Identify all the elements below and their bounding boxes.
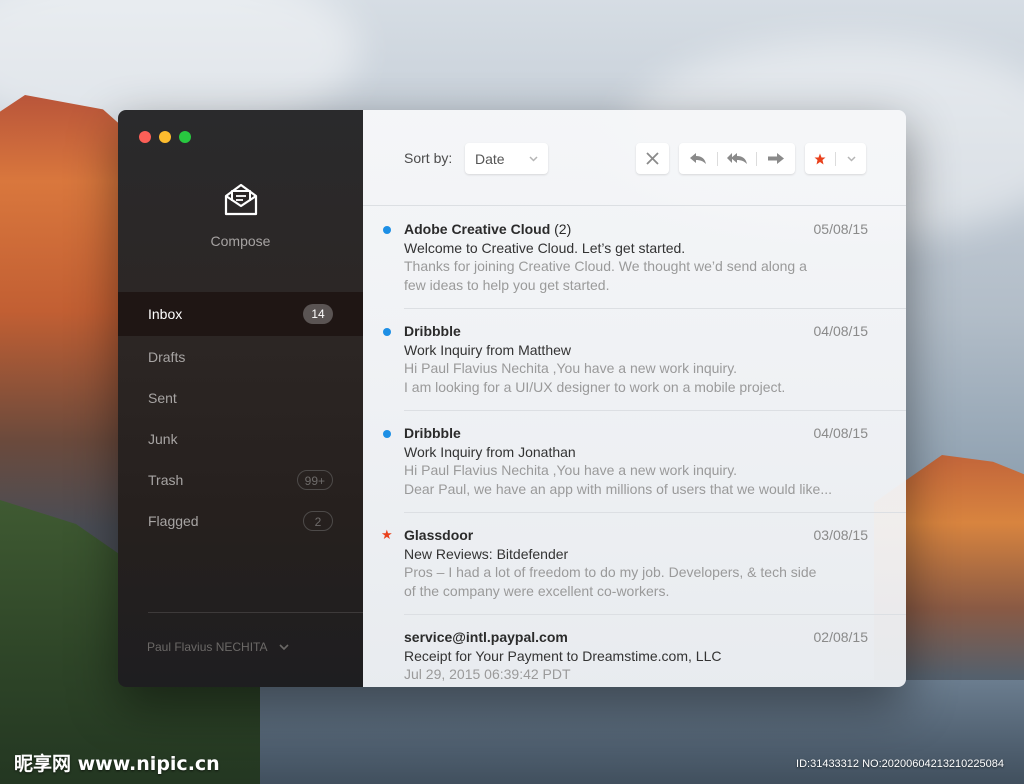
message-list: Adobe Creative Cloud (2) 05/08/15 Welcom… [363,207,906,687]
star-icon: ★ [381,527,393,542]
message-date: 04/08/15 [813,425,869,441]
reply-all-button[interactable] [718,143,756,174]
reply-icon [690,153,706,164]
minimize-window-button[interactable] [159,131,171,143]
sender-name: service@intl.paypal.com [404,629,568,645]
unread-dot-icon [383,430,391,438]
message-date: 05/08/15 [813,221,869,237]
message-preview-line: Thanks for joining Creative Cloud. We th… [404,258,807,274]
mailbox-nav: Inbox 14 Drafts Sent Junk Trash 99+ Flag… [118,292,363,541]
sidebar-item-label: Trash [148,471,184,488]
close-icon [646,152,659,165]
message-sender: Adobe Creative Cloud (2) [404,221,571,237]
star-icon [814,153,826,164]
message-row[interactable]: Adobe Creative Cloud (2) 05/08/15 Welcom… [363,207,906,309]
message-preview-line: I am looking for a UI/UX designer to wor… [404,379,786,395]
message-preview-line: few ideas to help you get started. [404,277,610,293]
divider [148,612,363,613]
message-row[interactable]: Dribbble 04/08/15 Work Inquiry from Jona… [363,411,906,513]
sender-name: Adobe Creative Cloud [404,221,551,237]
sidebar-item-sent[interactable]: Sent [118,377,363,418]
message-preview-line: Dear Paul, we have an app with millions … [404,481,832,497]
reply-actions [679,143,795,174]
message-date: 02/08/15 [813,629,869,645]
message-subject: New Reviews: Bitdefender [404,546,569,562]
delete-button[interactable] [636,143,669,174]
message-preview-line: Jul 29, 2015 06:39:42 PDT [404,666,571,682]
compose-label: Compose [210,233,271,249]
unread-dot-icon [383,226,391,234]
message-preview-line: Hi Paul Flavius Nechita ,You have a new … [404,462,738,478]
message-preview-line: Hi Paul Flavius Nechita ,You have a new … [404,360,738,376]
sidebar-item-junk[interactable]: Junk [118,418,363,459]
sidebar-item-flagged[interactable]: Flagged 2 [118,500,363,541]
forward-button[interactable] [757,143,795,174]
envelope-open-icon [224,183,257,216]
sidebar-item-label: Drafts [148,348,186,365]
toolbar: Sort by: Date [363,110,906,206]
reply-button[interactable] [679,143,717,174]
message-preview-line: Pros – I had a lot of freedom to do my j… [404,564,817,580]
message-row[interactable]: ★ Glassdoor 03/08/15 New Reviews: Bitdef… [363,513,906,615]
flag-actions [805,143,866,174]
mail-window: Compose Inbox 14 Drafts Sent Junk Trash … [118,110,906,687]
unread-dot-icon [383,328,391,336]
message-row[interactable]: service@intl.paypal.com 02/08/15 Receipt… [363,615,906,687]
forward-arrow-icon [768,153,784,164]
thread-count: (2) [554,221,572,237]
compose-button[interactable]: Compose [118,182,363,249]
sidebar-item-label: Flagged [148,512,199,529]
sidebar-item-drafts[interactable]: Drafts [118,336,363,377]
sender-name: Glassdoor [404,527,474,543]
sidebar-item-label: Inbox [148,306,183,322]
sidebar: Compose Inbox 14 Drafts Sent Junk Trash … [118,110,363,687]
flagged-count-badge: 2 [303,510,333,531]
sort-label: Sort by: [404,150,453,166]
zoom-window-button[interactable] [179,131,191,143]
account-switcher[interactable]: Paul Flavius NECHITA [147,640,290,654]
message-date: 03/08/15 [813,527,869,543]
sidebar-item-inbox[interactable]: Inbox 14 [118,292,363,336]
trash-count-badge: 99+ [296,469,333,490]
message-pane: Sort by: Date Adobe Creative Cloud (2) 0… [363,110,906,687]
chevron-down-icon [846,155,856,162]
sort-value: Date [475,150,505,167]
chevron-down-icon [279,644,290,650]
watermark-right: ID:31433312 NO:20200604213210225084 [796,758,1004,770]
message-subject: Work Inquiry from Jonathan [404,444,576,460]
message-subject: Welcome to Creative Cloud. Let’s get sta… [404,240,686,256]
sort-select[interactable]: Date [465,143,548,174]
watermark-left: 昵享网 www.nipic.cn [14,753,220,775]
sender-name: Dribbble [404,323,461,339]
reply-all-icon [727,153,747,164]
message-row[interactable]: Dribbble 04/08/15 Work Inquiry from Matt… [363,309,906,411]
window-controls [139,131,191,143]
sidebar-item-trash[interactable]: Trash 99+ [118,459,363,500]
message-subject: Work Inquiry from Matthew [404,342,572,358]
chevron-down-icon [529,155,538,162]
unread-count-badge: 14 [303,304,333,324]
message-date: 04/08/15 [813,323,869,339]
sidebar-item-label: Sent [148,389,177,406]
sidebar-item-label: Junk [148,430,178,447]
close-window-button[interactable] [139,131,151,143]
account-name: Paul Flavius NECHITA [147,640,268,654]
star-button[interactable] [805,143,835,174]
flag-menu-button[interactable] [836,143,866,174]
sender-name: Dribbble [404,425,461,441]
message-subject: Receipt for Your Payment to Dreamstime.c… [404,648,722,664]
message-preview-line: of the company were excellent co-workers… [404,583,670,599]
